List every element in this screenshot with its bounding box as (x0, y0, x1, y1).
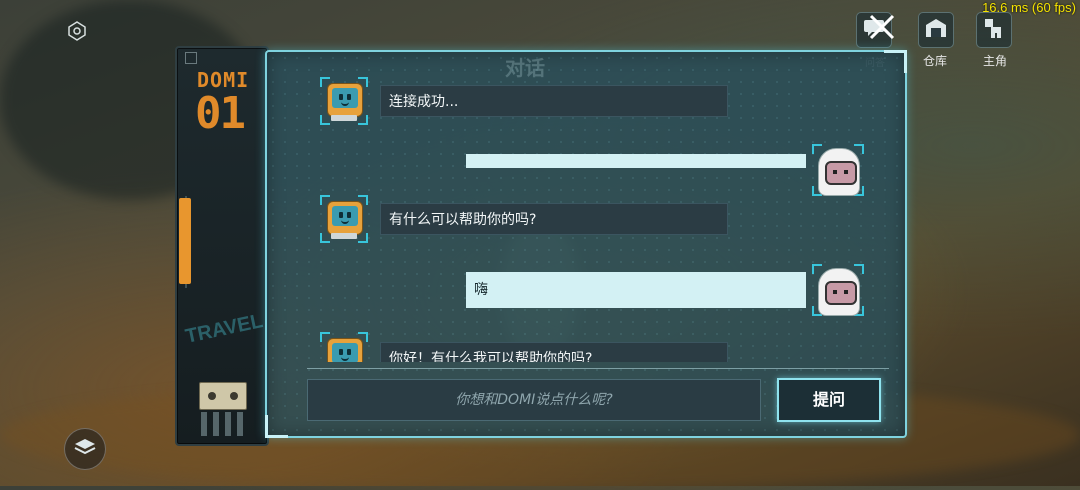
ask-button[interactable]: 提问 (777, 378, 881, 422)
warehouse-label: 仓库 (922, 54, 947, 68)
domi-device-panel: DOMI 01 TRAVEL (175, 46, 269, 446)
domi-avatar (320, 195, 368, 243)
user-avatar (812, 144, 864, 196)
user-message: 嗨 (466, 272, 806, 308)
layers-button[interactable] (64, 428, 106, 470)
bot-message: 你好！有什么我可以帮助你的吗? (380, 342, 728, 362)
layers-icon (74, 437, 96, 461)
panel-corner (265, 415, 288, 438)
bot-message: 有什么可以帮助你的吗? (380, 203, 728, 235)
chat-dialog: 连接成功... 有什么可以帮助你的吗? 嗨 你好！有什么我可以帮助你的吗? 你想 (265, 50, 907, 438)
bot-message: 连接成功... (380, 85, 728, 117)
character-label: 主角 (982, 54, 1007, 68)
user-message (466, 154, 806, 168)
message-input[interactable]: 你想和DOMI说点什么呢? (307, 379, 761, 421)
input-divider (307, 368, 889, 369)
domi-avatar (320, 332, 368, 362)
cassette-icon (199, 382, 247, 410)
character-button[interactable] (976, 12, 1012, 48)
settings-gear-icon[interactable] (66, 20, 88, 42)
travel-sticker: TRAVEL (183, 310, 265, 348)
device-notch (185, 196, 267, 288)
close-icon[interactable] (865, 12, 899, 42)
device-tab-handle[interactable] (179, 198, 191, 284)
warehouse-button[interactable] (918, 12, 954, 48)
chat-history[interactable]: 连接成功... 有什么可以帮助你的吗? 嗨 你好！有什么我可以帮助你的吗? (267, 52, 887, 362)
domi-avatar (320, 77, 368, 125)
character-icon (983, 17, 1005, 43)
device-indicator-icon (185, 52, 197, 64)
dialog-title: 对话 (505, 56, 545, 80)
device-number: 01 (195, 88, 246, 139)
user-avatar (812, 264, 864, 316)
panel-corner (884, 50, 907, 73)
warehouse-icon (925, 18, 947, 42)
device-vent (201, 412, 243, 436)
